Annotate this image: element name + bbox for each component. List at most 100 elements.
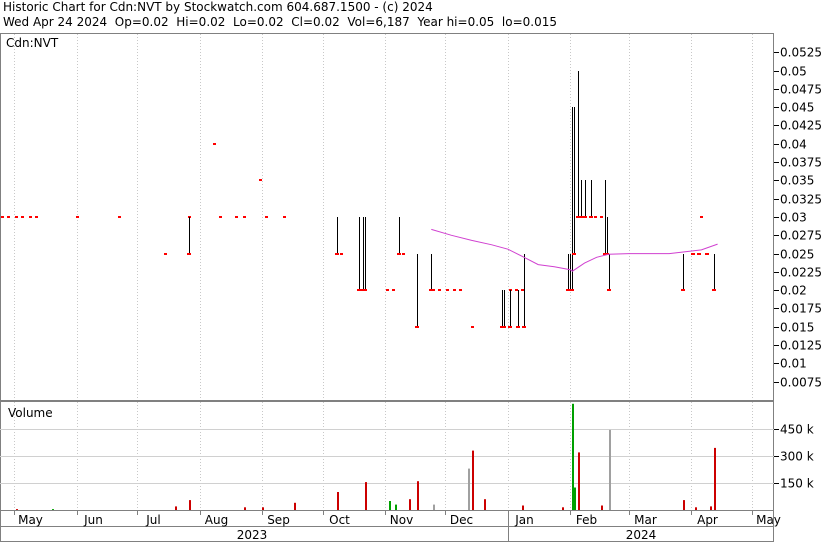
- volume-bar: [395, 504, 397, 510]
- volume-bar: [609, 429, 611, 510]
- price-y-tick-label: 0.0425: [780, 119, 822, 133]
- month-tick-label: Jul: [145, 513, 160, 527]
- year-label-2023: 2023: [237, 528, 268, 542]
- price-close-tick: [15, 216, 18, 218]
- price-y-tick-label: 0.0125: [780, 339, 822, 353]
- volume-bar: [710, 506, 712, 510]
- price-close-tick: [508, 326, 512, 328]
- price-y-tick-label: 0.0275: [780, 229, 822, 243]
- price-close-tick: [502, 326, 506, 328]
- price-close-tick: [357, 289, 361, 291]
- volume-bar: [601, 505, 603, 510]
- price-close-tick: [340, 253, 343, 255]
- price-close-tick: [572, 253, 576, 255]
- price-close-tick: [259, 179, 262, 181]
- volume-bar: [522, 505, 524, 510]
- price-marks: [1, 71, 716, 328]
- price-y-tick-label: 0.02: [780, 284, 807, 298]
- volume-y-axis: 450 k 300 k 150 k: [774, 423, 814, 491]
- volume-bar: [574, 487, 576, 510]
- price-y-tick-label: 0.035: [780, 174, 814, 188]
- month-tick-label: Dec: [450, 513, 473, 527]
- price-panel-frame: [0, 33, 774, 401]
- price-close-tick: [521, 289, 524, 291]
- volume-y-tick-label: 450 k: [780, 423, 814, 437]
- price-close-tick: [7, 216, 10, 218]
- price-y-tick-label: 0.05: [780, 65, 807, 79]
- price-y-tick-label: 0.0225: [780, 266, 822, 280]
- price-y-tick-label: 0.0175: [780, 302, 822, 316]
- price-close-tick: [522, 326, 526, 328]
- volume-bar: [409, 499, 411, 510]
- volume-bar: [484, 499, 486, 510]
- price-close-tick: [429, 289, 433, 291]
- volume-bar: [389, 501, 391, 510]
- volume-bar: [683, 500, 685, 510]
- price-close-tick: [235, 216, 238, 218]
- volume-y-tick-label: 300 k: [780, 450, 814, 464]
- price-close-tick: [700, 216, 703, 218]
- price-close-tick: [164, 253, 167, 255]
- volume-bar: [52, 509, 54, 510]
- volume-bar: [695, 507, 697, 510]
- price-close-tick: [589, 216, 593, 218]
- price-close-tick: [335, 253, 339, 255]
- price-close-tick: [453, 289, 456, 291]
- month-axis-frame: [0, 510, 774, 527]
- volume-bar: [417, 481, 419, 510]
- price-close-tick: [691, 253, 695, 255]
- volume-bar: [16, 509, 18, 510]
- month-tick-label: Apr: [697, 513, 718, 527]
- price-close-tick: [29, 216, 32, 218]
- price-close-tick: [187, 253, 191, 255]
- price-y-tick-label: 0.0325: [780, 193, 822, 207]
- price-y-tick-label: 0.015: [780, 321, 814, 335]
- volume-bar: [244, 507, 246, 510]
- price-y-tick-label: 0.0475: [780, 83, 822, 97]
- price-close-tick: [219, 216, 222, 218]
- price-close-tick: [471, 326, 474, 328]
- volume-bar: [714, 447, 716, 510]
- price-close-tick: [607, 289, 611, 291]
- volume-bar: [472, 450, 474, 510]
- price-close-tick: [579, 216, 583, 218]
- price-close-tick: [386, 289, 389, 291]
- price-close-tick: [21, 216, 24, 218]
- volume-panel-title: Volume: [8, 406, 53, 420]
- volume-bar: [175, 506, 177, 510]
- month-tick-label: May: [756, 513, 781, 527]
- price-close-tick: [1, 216, 4, 218]
- price-close-tick: [515, 289, 518, 291]
- price-y-axis: 0.0525 0.05 0.0475 0.045 0.0425 0.04 0.0375 0.0…: [774, 46, 822, 390]
- year-axis-frame: [0, 526, 774, 542]
- price-y-tick-label: 0.0525: [780, 46, 822, 60]
- month-tick-label: May: [18, 513, 43, 527]
- price-close-tick: [415, 326, 419, 328]
- volume-bar: [562, 507, 564, 510]
- price-y-tick-label: 0.045: [780, 101, 814, 115]
- price-close-tick: [438, 289, 441, 291]
- price-close-tick: [516, 326, 520, 328]
- price-y-tick-label: 0.04: [780, 138, 807, 152]
- price-close-tick: [243, 216, 246, 218]
- volume-bar: [433, 504, 435, 510]
- price-y-tick-label: 0.0375: [780, 156, 822, 170]
- price-close-tick: [363, 289, 367, 291]
- price-close-tick: [681, 289, 685, 291]
- month-tick-label: Oct: [329, 513, 350, 527]
- price-close-tick: [213, 143, 216, 145]
- price-panel-title: Cdn:NVT: [6, 36, 59, 50]
- volume-bar: [262, 507, 264, 510]
- volume-bar: [365, 482, 367, 510]
- price-y-tick-label: 0.0075: [780, 376, 822, 390]
- price-y-tick-label: 0.025: [780, 248, 814, 262]
- month-tick-label: Feb: [576, 513, 597, 527]
- price-grid: [14, 34, 753, 400]
- year-label-2024: 2024: [626, 528, 657, 542]
- price-close-tick: [712, 289, 716, 291]
- price-close-tick: [697, 253, 701, 255]
- volume-bar: [572, 403, 574, 510]
- month-tick-label: Mar: [634, 513, 657, 527]
- price-close-tick: [446, 289, 449, 291]
- volume-bar: [294, 502, 296, 510]
